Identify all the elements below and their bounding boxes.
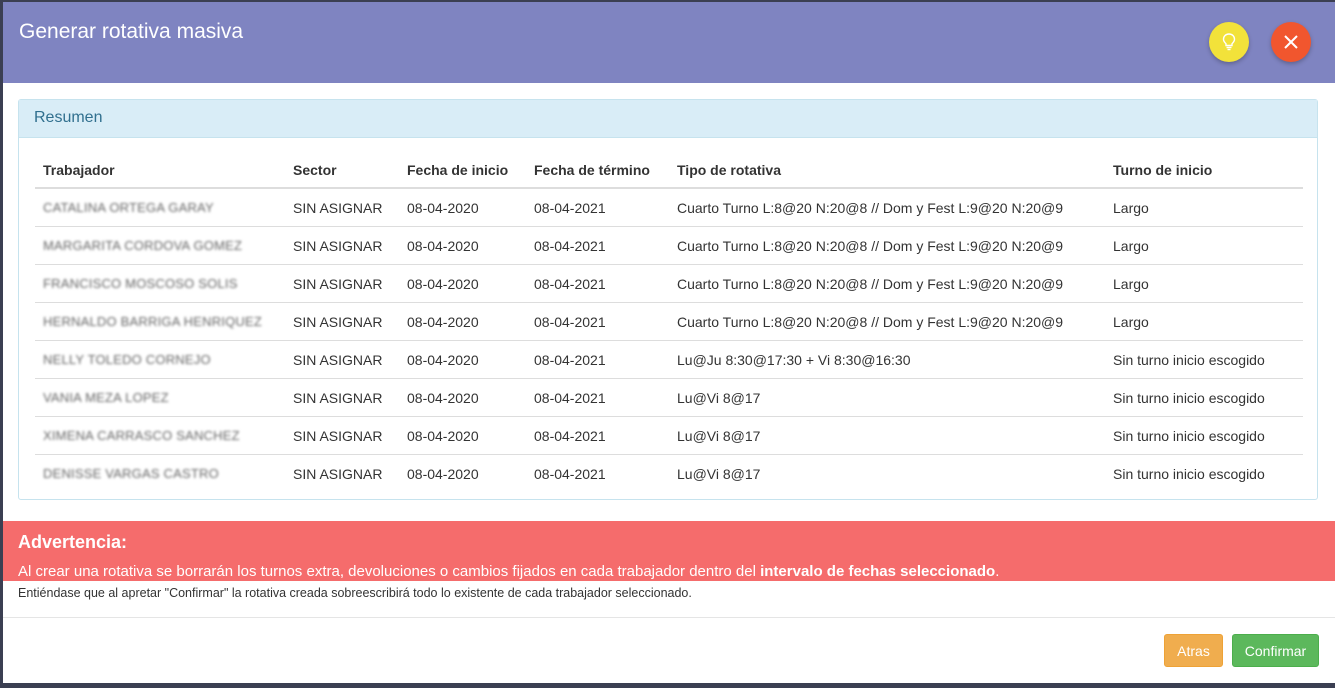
sector-cell: SIN ASIGNAR	[285, 340, 399, 379]
start-date-cell: 08-04-2020	[399, 188, 526, 227]
table-header-row: Trabajador Sector Fecha de inicio Fecha …	[35, 152, 1303, 189]
modal-header: Generar rotativa masiva	[3, 2, 1335, 83]
close-icon	[1284, 35, 1298, 49]
table-row: XIMENA CARRASCO SANCHEZ SIN ASIGNAR 08-0…	[35, 416, 1303, 455]
summary-table: Trabajador Sector Fecha de inicio Fecha …	[35, 152, 1303, 492]
start-date-cell: 08-04-2020	[399, 378, 526, 417]
end-date-cell: 08-04-2021	[526, 226, 669, 265]
rotation-type-cell: Lu@Vi 8@17	[669, 378, 1105, 417]
end-date-cell: 08-04-2021	[526, 188, 669, 227]
warning-text-end: .	[995, 563, 1000, 580]
worker-name: CATALINA ORTEGA GARAY	[35, 188, 285, 227]
end-date-cell: 08-04-2021	[526, 302, 669, 341]
sector-cell: SIN ASIGNAR	[285, 378, 399, 417]
column-header-sector: Sector	[285, 152, 399, 189]
generate-rotation-modal: Generar rotativa masiva Resumen Trabajad…	[3, 2, 1335, 683]
confirm-button[interactable]: Confirmar	[1232, 634, 1319, 667]
worker-name: DENISSE VARGAS CASTRO	[43, 466, 219, 481]
rotation-type-cell: Cuarto Turno L:8@20 N:20@8 // Dom y Fest…	[669, 302, 1105, 341]
sector-cell: SIN ASIGNAR	[293, 465, 383, 482]
sector-cell: SIN ASIGNAR	[285, 264, 399, 303]
confirmation-note: Entiéndase que al apretar "Confirmar" la…	[18, 586, 692, 600]
start-date-cell: 08-04-2020	[399, 264, 526, 303]
start-date-cell: 08-04-2020	[399, 416, 526, 455]
rotation-type-cell: Cuarto Turno L:8@20 N:20@8 // Dom y Fest…	[669, 264, 1105, 303]
rotation-type-cell: Lu@Vi 8@17	[669, 416, 1105, 455]
warning-text-emphasis: intervalo de fechas seleccionado	[760, 563, 996, 580]
table-row: HERNALDO BARRIGA HENRIQUEZ SIN ASIGNAR 0…	[35, 302, 1303, 341]
worker-name: HERNALDO BARRIGA HENRIQUEZ	[35, 302, 285, 341]
start-date-cell: 08-04-2020	[399, 340, 526, 379]
table-row: MARGARITA CORDOVA GOMEZ SIN ASIGNAR 08-0…	[35, 226, 1303, 265]
table-row: FRANCISCO MOSCOSO SOLIS SIN ASIGNAR 08-0…	[35, 264, 1303, 303]
end-date-cell: 08-04-2021	[534, 465, 606, 482]
footer-divider	[3, 617, 1335, 618]
warning-box: Advertencia: Al crear una rotativa se bo…	[3, 521, 1335, 581]
column-header-rotation-type: Tipo de rotativa	[669, 152, 1105, 189]
back-button[interactable]: Atras	[1164, 634, 1223, 667]
end-date-cell: 08-04-2021	[526, 378, 669, 417]
summary-title: Resumen	[34, 109, 103, 126]
column-header-trabajador: Trabajador	[35, 152, 285, 189]
start-date-cell: 08-04-2020	[407, 465, 479, 482]
worker-name: VANIA MEZA LOPEZ	[35, 378, 285, 417]
sector-cell: SIN ASIGNAR	[285, 226, 399, 265]
worker-name: FRANCISCO MOSCOSO SOLIS	[35, 264, 285, 303]
worker-name: MARGARITA CORDOVA GOMEZ	[35, 226, 285, 265]
worker-name: XIMENA CARRASCO SANCHEZ	[35, 416, 285, 455]
start-date-cell: 08-04-2020	[399, 302, 526, 341]
table-row: DENISSE VARGAS CASTRO SIN ASIGNAR 08-04-…	[35, 455, 1303, 493]
start-shift-cell: Largo	[1105, 264, 1303, 303]
sector-cell: SIN ASIGNAR	[285, 188, 399, 227]
warning-text-start: Al crear una rotativa se borrarán los tu…	[18, 563, 761, 580]
end-date-cell: 08-04-2021	[526, 416, 669, 455]
start-shift-cell: Sin turno inicio escogido	[1105, 340, 1303, 379]
end-date-cell: 08-04-2021	[526, 264, 669, 303]
rotation-type-cell: Lu@Ju 8:30@17:30 + Vi 8:30@16:30	[669, 340, 1105, 379]
hint-button[interactable]	[1209, 22, 1249, 62]
rotation-type-cell: Lu@Vi 8@17	[677, 465, 761, 482]
start-shift-cell: Sin turno inicio escogido	[1113, 465, 1265, 482]
rotation-type-cell: Cuarto Turno L:8@20 N:20@8 // Dom y Fest…	[669, 188, 1105, 227]
end-date-cell: 08-04-2021	[526, 340, 669, 379]
sector-cell: SIN ASIGNAR	[285, 302, 399, 341]
close-button[interactable]	[1271, 22, 1311, 62]
table-row: VANIA MEZA LOPEZ SIN ASIGNAR 08-04-2020 …	[35, 378, 1303, 417]
table-row: NELLY TOLEDO CORNEJO SIN ASIGNAR 08-04-2…	[35, 340, 1303, 379]
worker-name: NELLY TOLEDO CORNEJO	[35, 340, 285, 379]
warning-text: Al crear una rotativa se borrarán los tu…	[18, 563, 999, 580]
summary-panel: Resumen Trabajador Sector Fecha de inici…	[18, 99, 1318, 500]
start-shift-cell: Largo	[1105, 302, 1303, 341]
column-header-end-date: Fecha de término	[526, 152, 669, 189]
table-row: CATALINA ORTEGA GARAY SIN ASIGNAR 08-04-…	[35, 188, 1303, 227]
summary-panel-heading: Resumen	[19, 100, 1317, 138]
rotation-type-cell: Cuarto Turno L:8@20 N:20@8 // Dom y Fest…	[669, 226, 1105, 265]
sector-cell: SIN ASIGNAR	[285, 416, 399, 455]
start-shift-cell: Largo	[1105, 188, 1303, 227]
modal-title: Generar rotativa masiva	[19, 20, 244, 43]
warning-title: Advertencia:	[18, 532, 128, 552]
start-shift-cell: Sin turno inicio escogido	[1105, 416, 1303, 455]
lightbulb-icon	[1222, 33, 1236, 51]
start-shift-cell: Sin turno inicio escogido	[1105, 378, 1303, 417]
column-header-start-shift: Turno de inicio	[1105, 152, 1303, 189]
column-header-start-date: Fecha de inicio	[399, 152, 526, 189]
start-shift-cell: Largo	[1105, 226, 1303, 265]
start-date-cell: 08-04-2020	[399, 226, 526, 265]
